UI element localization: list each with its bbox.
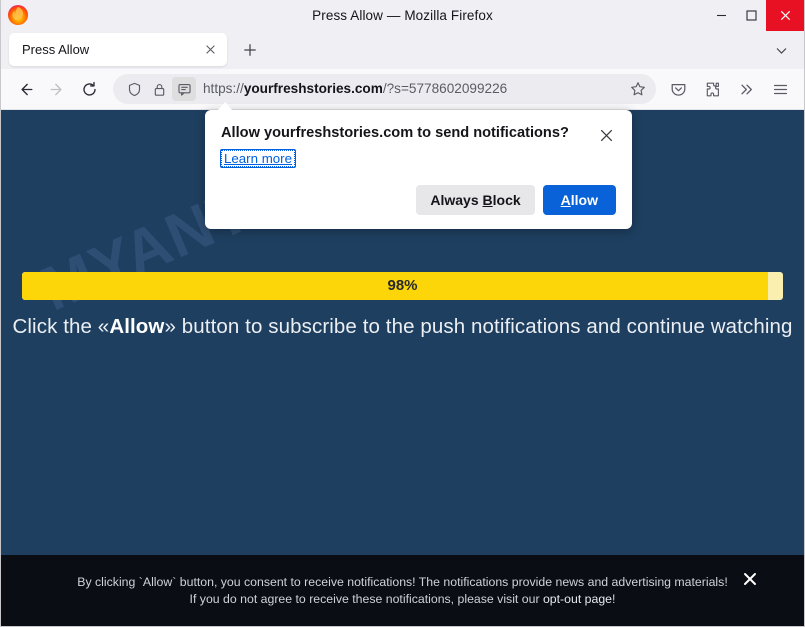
close-window-button[interactable] [766, 0, 804, 31]
consent-banner: By clicking `Allow` button, you consent … [1, 555, 804, 626]
doorhanger-title: Allow yourfreshstories.com to send notif… [221, 125, 569, 141]
shield-icon[interactable] [122, 77, 146, 101]
window-controls [706, 0, 804, 31]
app-menu-hamburger-icon[interactable] [764, 73, 796, 105]
notifications-permission-icon[interactable] [172, 77, 196, 101]
minimize-button[interactable] [706, 0, 736, 31]
tab-press-allow[interactable]: Press Allow [9, 33, 227, 66]
close-doorhanger-icon[interactable] [596, 125, 616, 145]
close-tab-icon[interactable] [199, 39, 221, 61]
forward-button[interactable] [41, 73, 73, 105]
toolbar-right-actions [662, 73, 796, 105]
cta-emphasis: Allow [109, 315, 165, 338]
always-block-button[interactable]: Always Block [416, 185, 535, 215]
notification-permission-popup: Allow yourfreshstories.com to send notif… [205, 110, 632, 229]
tab-bar: Press Allow [1, 31, 804, 69]
navigation-toolbar: https://yourfreshstories.com/?s=57786020… [1, 69, 804, 110]
title-bar: Press Allow — Mozilla Firefox [1, 0, 804, 31]
pocket-icon[interactable] [662, 73, 694, 105]
doorhanger-header: Allow yourfreshstories.com to send notif… [221, 124, 616, 145]
url-path: /?s=5778602099226 [382, 81, 508, 96]
consent-text: By clicking `Allow` button, you consent … [73, 574, 733, 608]
opt-out-page-link[interactable]: opt-out page [543, 592, 612, 606]
address-bar[interactable]: https://yourfreshstories.com/?s=57786020… [113, 74, 656, 104]
url-text: https://yourfreshstories.com/?s=57786020… [203, 74, 624, 104]
firefox-window: Press Allow — Mozilla Firefox Press Allo… [0, 0, 805, 627]
url-scheme: https:// [203, 81, 244, 96]
consent-line-2-post: ! [612, 591, 616, 606]
firefox-logo-icon [7, 4, 29, 26]
window-title: Press Allow — Mozilla Firefox [312, 7, 493, 23]
allow-button[interactable]: Allow [542, 185, 616, 215]
new-tab-button[interactable] [235, 35, 265, 65]
bookmark-star-icon[interactable] [624, 76, 652, 102]
call-to-action-text: Click the «Allow» button to subscribe to… [1, 315, 804, 339]
maximize-button[interactable] [736, 0, 766, 31]
download-progress-bar: 98% [22, 272, 783, 300]
cta-suffix: » button to subscribe to the push notifi… [164, 315, 793, 338]
overflow-chevrons-icon[interactable] [730, 73, 762, 105]
close-consent-banner-icon[interactable] [740, 569, 760, 589]
list-all-tabs-icon[interactable] [768, 37, 794, 63]
reload-button[interactable] [73, 73, 105, 105]
consent-line-2-pre: not agree to receive these notifications… [240, 591, 543, 606]
lock-icon[interactable] [147, 77, 171, 101]
back-button[interactable] [9, 73, 41, 105]
extensions-puzzle-icon[interactable] [696, 73, 728, 105]
url-host: yourfreshstories.com [243, 81, 383, 96]
progress-percent-label: 98% [387, 277, 418, 294]
doorhanger-actions: Always Block Allow [221, 185, 616, 215]
tab-title: Press Allow [22, 42, 90, 57]
cta-prefix: Click the « [12, 315, 110, 338]
learn-more-link[interactable]: Learn more [220, 149, 296, 168]
identity-box [122, 77, 196, 101]
